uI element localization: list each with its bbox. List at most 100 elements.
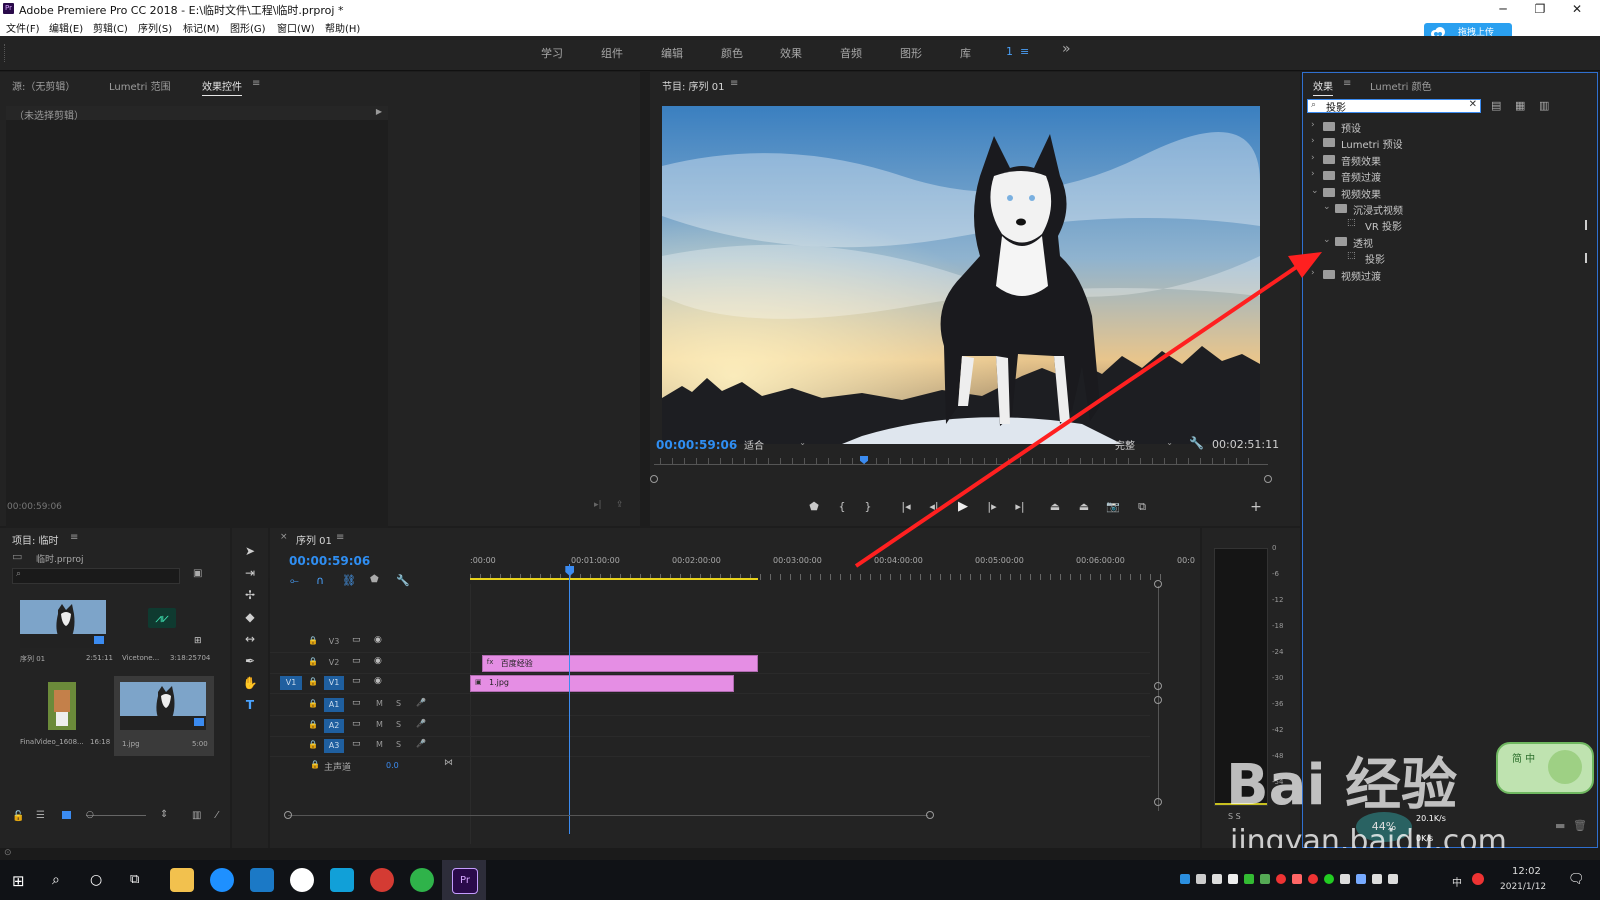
effects-tree-item[interactable]: ⌄ 视频效果 xyxy=(1303,185,1589,201)
tray-app-icon[interactable] xyxy=(1324,874,1334,884)
workspace-menu-icon[interactable]: ≡ xyxy=(1020,45,1029,58)
quality-dropdown[interactable]: 完整 ⌄ xyxy=(1115,437,1175,452)
lock-icon[interactable]: 🔒 xyxy=(308,720,318,729)
restore-icon[interactable]: ❐ xyxy=(1523,0,1557,18)
track-select-tool-icon[interactable]: ⇥ xyxy=(239,566,261,586)
tab-effects[interactable]: 效果 xyxy=(1313,78,1333,96)
menu-edit[interactable]: 编辑(E) xyxy=(49,20,83,35)
expand-icon[interactable]: ▶ xyxy=(376,107,382,116)
extract-icon[interactable]: ⏏ xyxy=(1075,500,1093,514)
effects-tree-item[interactable]: › 音频过渡 xyxy=(1303,168,1589,184)
zoom-handle-left[interactable] xyxy=(650,475,658,483)
workspace-learn[interactable]: 学习 xyxy=(541,45,563,61)
track-name[interactable]: V1 xyxy=(324,676,344,690)
sync-lock-icon[interactable]: ▭ xyxy=(352,656,361,666)
mic-icon[interactable]: 🎤 xyxy=(416,719,426,728)
clear-search-icon[interactable]: ✕ xyxy=(1469,99,1477,110)
tray-app-icon[interactable] xyxy=(1260,874,1270,884)
effects-tree-item[interactable]: › 预设 xyxy=(1303,119,1589,135)
cortana-icon[interactable]: ○ xyxy=(90,872,102,888)
tab-lumetri-scopes[interactable]: Lumetri 范围 xyxy=(109,78,171,93)
project-title[interactable]: 项目: 临时 xyxy=(12,532,59,547)
go-to-in-icon[interactable]: |◂ xyxy=(897,500,915,514)
scroll-handle[interactable] xyxy=(1154,580,1162,588)
lock-icon[interactable]: 🔒 xyxy=(308,657,318,666)
automate-icon[interactable]: ▥ xyxy=(192,810,201,821)
panel-menu-icon[interactable]: ≡ xyxy=(252,78,260,89)
effects-menu-icon[interactable]: ≡ xyxy=(1343,78,1351,89)
sync-lock-icon[interactable]: ▭ xyxy=(352,676,361,686)
source-patch-v1[interactable]: V1 xyxy=(280,676,302,690)
workspace-color[interactable]: 颜色 xyxy=(721,45,743,61)
tray-ime[interactable]: 中 xyxy=(1452,874,1462,889)
chevron-right-icon[interactable]: › xyxy=(1311,153,1319,163)
menu-help[interactable]: 帮助(H) xyxy=(325,20,360,35)
tray-app-icon[interactable] xyxy=(1196,874,1206,884)
taskview-icon[interactable]: ⧉ xyxy=(130,872,139,887)
app-s-icon[interactable] xyxy=(250,868,274,892)
track-name[interactable]: A2 xyxy=(324,718,344,733)
premiere-icon[interactable]: Pr xyxy=(452,868,478,894)
notification-icon[interactable]: 🗨 xyxy=(1568,872,1585,887)
lock-icon[interactable]: 🔒 xyxy=(308,740,318,749)
eye-icon[interactable]: ◉ xyxy=(374,676,382,686)
eye-icon[interactable]: ◉ xyxy=(374,635,382,645)
track-name[interactable]: A3 xyxy=(324,739,344,753)
effects-tree-item[interactable]: › 音频效果 xyxy=(1303,152,1589,168)
menu-sequence[interactable]: 序列(S) xyxy=(138,20,172,35)
chevron-right-icon[interactable]: › xyxy=(1311,268,1319,278)
lock-icon[interactable]: 🔒 xyxy=(308,699,318,708)
hscroll-handle-right[interactable] xyxy=(926,811,934,819)
tray-app-icon[interactable] xyxy=(1340,874,1350,884)
razor-tool-icon[interactable]: ◆ xyxy=(239,610,261,630)
tray-app-icon[interactable] xyxy=(1276,874,1286,884)
step-forward-icon[interactable]: |▸ xyxy=(983,500,1001,514)
clock-date[interactable]: 2021/1/12 xyxy=(1500,882,1546,892)
sync-lock-icon[interactable]: ▭ xyxy=(352,635,361,645)
workspace-editing[interactable]: 编辑 xyxy=(661,45,683,61)
slip-tool-icon[interactable]: ↔ xyxy=(239,632,261,652)
wrench-icon[interactable]: 🔧 xyxy=(1189,436,1204,450)
chevron-down-icon[interactable]: ⌄ xyxy=(1323,235,1331,245)
effects-tree-item[interactable]: ⌄ 透视 xyxy=(1303,234,1589,250)
project-search[interactable]: ⌕ xyxy=(12,568,180,584)
workspace-audio[interactable]: 音频 xyxy=(840,45,862,61)
mic-icon[interactable]: 🎤 xyxy=(416,739,426,748)
mic-icon[interactable]: 🎤 xyxy=(416,698,426,707)
comparison-view-icon[interactable]: ⧉ xyxy=(1133,500,1151,514)
tray-app-icon[interactable] xyxy=(1308,874,1318,884)
selection-tool-icon[interactable]: ➤ xyxy=(239,544,261,564)
search-icon[interactable]: ⌕ xyxy=(52,872,60,888)
wechat-icon[interactable] xyxy=(410,868,434,892)
effects-tree-item[interactable]: ⬚ 投影 xyxy=(1303,250,1589,266)
sort-icon[interactable]: ⇕ xyxy=(160,809,168,820)
solo-button[interactable]: S xyxy=(396,699,401,708)
project-item[interactable]: ⩘⩗ ⊞ Vicetone... 3:18:25704 xyxy=(114,594,214,670)
tab-effect-controls[interactable]: 效果控件 xyxy=(202,78,242,96)
mark-out-icon[interactable]: } xyxy=(859,500,877,514)
workspace-assembly[interactable]: 组件 xyxy=(601,45,623,61)
menu-clip[interactable]: 剪辑(C) xyxy=(93,20,128,35)
edge-icon[interactable] xyxy=(210,868,234,892)
scroll-handle[interactable] xyxy=(1154,696,1162,704)
program-menu-icon[interactable]: ≡ xyxy=(730,78,738,89)
fit-dropdown[interactable]: 适合 ⌄ xyxy=(744,437,808,452)
hscroll-handle-left[interactable] xyxy=(284,811,292,819)
menu-marker[interactable]: 标记(M) xyxy=(183,20,219,35)
clock-time[interactable]: 12:02 xyxy=(1512,866,1541,877)
menu-window[interactable]: 窗口(W) xyxy=(277,20,315,35)
explorer-icon[interactable] xyxy=(170,868,194,892)
master-volume-value[interactable]: 0.0 xyxy=(386,761,399,770)
workspace-graphics[interactable]: 图形 xyxy=(900,45,922,61)
app-163-icon[interactable] xyxy=(370,868,394,892)
mark-in-icon[interactable]: { xyxy=(833,500,851,514)
horizontal-scrollbar[interactable] xyxy=(288,815,928,816)
sync-lock-icon[interactable]: ▭ xyxy=(352,739,361,749)
export-frame-icon[interactable]: ⇪ xyxy=(616,500,624,510)
chevron-right-icon[interactable]: › xyxy=(1311,169,1319,179)
add-marker-icon[interactable]: ⬟ xyxy=(805,500,823,514)
network-icon[interactable] xyxy=(1372,874,1382,884)
project-item[interactable]: 序列 01 2:51:11 xyxy=(14,594,114,670)
chevron-down-icon[interactable]: ⌄ xyxy=(1311,186,1319,196)
go-to-out-icon[interactable]: ▸| xyxy=(1011,500,1029,514)
